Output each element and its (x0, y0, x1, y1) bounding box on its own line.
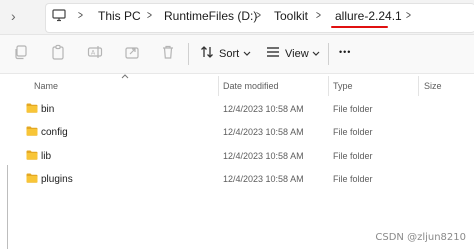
chevron-down-icon[interactable] (312, 51, 320, 57)
list-item[interactable]: plugins 12/4/2023 10:58 AM File folder (0, 168, 474, 191)
watermark: CSDN @zljun8210 (375, 232, 466, 243)
file-date: 12/4/2023 10:58 AM (223, 127, 304, 137)
paste-icon[interactable] (50, 44, 66, 60)
folder-icon (26, 103, 38, 113)
column-date-modified[interactable]: Date modified (223, 81, 279, 91)
breadcrumb-toolkit[interactable]: Toolkit (274, 9, 308, 23)
list-item[interactable]: config 12/4/2023 10:58 AM File folder (0, 121, 474, 144)
breadcrumb-overflow-arrow[interactable]: > (406, 8, 411, 22)
folder-icon (26, 126, 38, 136)
share-icon[interactable] (124, 44, 140, 60)
monitor-icon (52, 9, 66, 22)
column-header: Name Date modified Type Size (0, 74, 474, 96)
file-name[interactable]: config (41, 127, 68, 138)
highlight-underline (331, 26, 388, 28)
sort-button[interactable]: Sort (219, 48, 239, 60)
file-name[interactable]: plugins (41, 174, 73, 185)
breadcrumb-separator: > (78, 8, 83, 22)
more-options-button[interactable]: ••• (339, 47, 351, 57)
breadcrumb-separator: > (316, 8, 321, 22)
toolbar-divider (328, 43, 329, 65)
column-divider[interactable] (218, 76, 219, 96)
column-name[interactable]: Name (34, 81, 58, 91)
list-item[interactable]: bin 12/4/2023 10:58 AM File folder (0, 98, 474, 121)
breadcrumb-this-pc[interactable]: This PC (98, 9, 141, 23)
view-icon[interactable] (265, 44, 281, 60)
chevron-down-icon[interactable] (243, 51, 251, 57)
toolbar-divider (188, 43, 189, 65)
list-item[interactable]: lib 12/4/2023 10:58 AM File folder (0, 145, 474, 168)
column-divider[interactable] (418, 76, 419, 96)
collapse-sidebar-icon[interactable]: › (11, 6, 31, 26)
file-type: File folder (333, 151, 373, 161)
rename-icon[interactable]: A (87, 44, 103, 60)
breadcrumb-runtimefiles[interactable]: RuntimeFiles (D:) (164, 9, 257, 23)
address-bar: › > This PC > RuntimeFiles (D:) > Toolki… (0, 0, 474, 35)
column-divider[interactable] (328, 76, 329, 96)
file-date: 12/4/2023 10:58 AM (223, 104, 304, 114)
file-type: File folder (333, 104, 373, 114)
folder-icon (26, 173, 38, 183)
file-type: File folder (333, 174, 373, 184)
delete-icon[interactable] (160, 44, 176, 60)
folder-icon (26, 150, 38, 160)
column-type[interactable]: Type (333, 81, 353, 91)
file-date: 12/4/2023 10:58 AM (223, 174, 304, 184)
breadcrumb-allure[interactable]: allure-2.24.1 (335, 9, 402, 23)
copy-icon[interactable] (13, 44, 29, 60)
breadcrumb-separator: > (147, 8, 152, 22)
file-type: File folder (333, 127, 373, 137)
file-date: 12/4/2023 10:58 AM (223, 151, 304, 161)
file-name[interactable]: lib (41, 151, 51, 162)
breadcrumb-separator: > (256, 8, 261, 22)
view-button[interactable]: View (285, 48, 309, 60)
sort-icon[interactable] (199, 44, 215, 60)
column-size[interactable]: Size (424, 81, 442, 91)
file-name[interactable]: bin (41, 104, 54, 115)
sort-up-chevron-icon (121, 74, 129, 79)
command-bar: A Sort View ••• (0, 35, 474, 74)
